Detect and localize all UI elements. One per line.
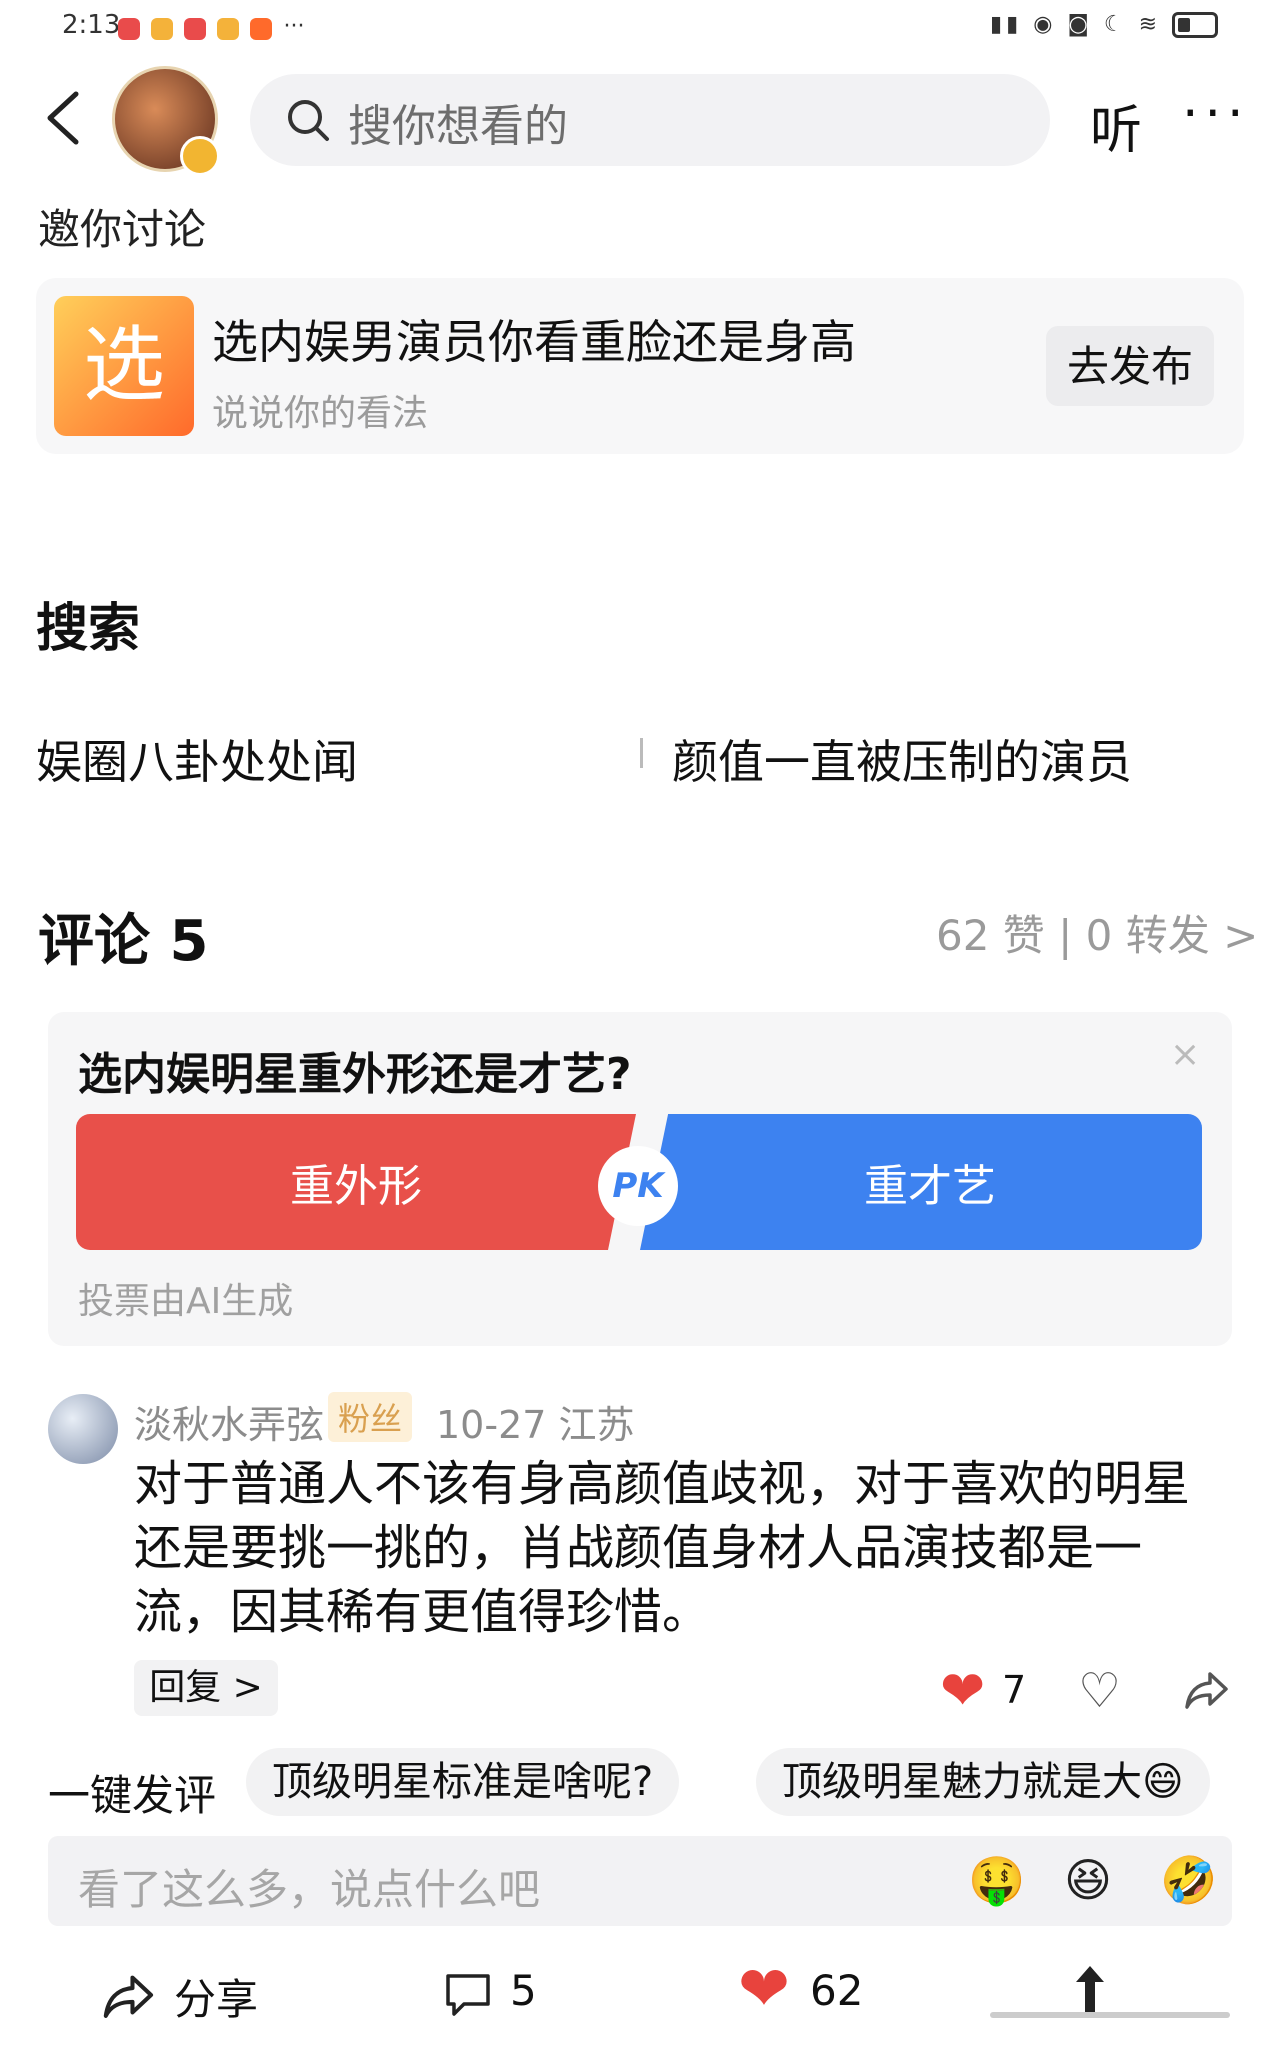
chevron-left-icon: [47, 91, 79, 145]
like-count[interactable]: 62: [810, 1966, 863, 2015]
comment-meta: 10-27 江苏: [436, 1403, 635, 1447]
divider: [640, 738, 643, 768]
emoji-rofl-icon[interactable]: 🤣: [1160, 1852, 1217, 1908]
engagement-stats[interactable]: 62 赞 | 0 转发 >: [936, 902, 1258, 963]
weibo-icon: [151, 17, 174, 40]
comment-icon[interactable]: [442, 1970, 494, 2024]
listen-button[interactable]: 听: [1090, 88, 1142, 163]
search-link[interactable]: 娱圈八卦处处闻: [36, 726, 358, 792]
comment-like-count: 7: [1002, 1668, 1027, 1712]
status-app-icons: ···: [118, 14, 304, 40]
poll-option-left-label[interactable]: 重外形: [76, 1150, 636, 1214]
heart-filled-icon[interactable]: ❤: [940, 1664, 985, 1718]
search-icon: [284, 96, 332, 148]
pk-badge: PK: [598, 1146, 678, 1226]
close-icon[interactable]: ×: [1170, 1034, 1200, 1075]
signal-icon: ▮▮: [990, 12, 1023, 37]
quick-reply-chip[interactable]: 顶级明星标准是啥呢?: [246, 1748, 680, 1816]
search-section-heading: 搜索: [36, 599, 141, 659]
quick-reply-label: 一键发评: [48, 1771, 217, 1820]
moon-icon: ☾: [1103, 12, 1128, 37]
home-indicator: [990, 2012, 1230, 2018]
share-icon[interactable]: [100, 1966, 158, 2028]
heart-outline-icon[interactable]: ♡: [1078, 1664, 1121, 1718]
comment-input-placeholder[interactable]: 看了这么多，说点什么吧: [78, 1856, 540, 1917]
comments-heading: 评论 5: [38, 909, 209, 974]
more-button[interactable]: ···: [1182, 84, 1250, 144]
like-heart-icon[interactable]: ❤: [738, 1958, 790, 2020]
app-notification-icon: [118, 17, 140, 40]
camera-icon: ◙: [1067, 12, 1093, 37]
search-link[interactable]: 颜值一直被压制的演员: [672, 726, 1132, 792]
fan-badge: 粉丝: [328, 1392, 413, 1442]
app-notification-icon: [184, 17, 207, 40]
status-more: ···: [283, 14, 305, 39]
topic-subtitle: 说说你的看法: [212, 393, 429, 434]
publish-button[interactable]: 去发布: [1046, 326, 1214, 406]
poll-option-right-label[interactable]: 重才艺: [660, 1150, 1200, 1214]
taobao-icon: [250, 17, 273, 40]
poll-question: 选内娱明星重外形还是才艺?: [78, 1049, 632, 1100]
quick-reply-chip[interactable]: 顶级明星魅力就是大😄: [756, 1748, 1210, 1816]
topic-title[interactable]: 选内娱男演员你看重脸还是身高: [212, 306, 856, 372]
invite-label: 邀你讨论: [38, 205, 207, 254]
status-time: 2:13: [62, 10, 121, 40]
comment-body: 对于普通人不该有身高颜值歧视，对于喜欢的明星还是要挑一挑的，肖战颜值身材人品演技…: [134, 1456, 1191, 1640]
share-icon[interactable]: [1182, 1664, 1232, 1718]
eye-icon: ◉: [1033, 12, 1057, 37]
commenter-avatar[interactable]: [48, 1394, 118, 1464]
comment-count[interactable]: 5: [510, 1966, 537, 2015]
back-button[interactable]: [40, 86, 88, 150]
reply-button[interactable]: 回复 >: [134, 1660, 278, 1716]
status-system-icons: ▮▮ ◉ ◙ ☾ ≋: [990, 12, 1218, 38]
battery-icon: [1172, 12, 1218, 38]
topic-icon: 选: [54, 296, 194, 436]
commenter-name[interactable]: 淡秋水弄弦: [134, 1394, 324, 1449]
emoji-money-icon[interactable]: 🤑: [968, 1852, 1025, 1908]
weibo-icon: [217, 17, 240, 40]
verified-badge-icon: [180, 136, 220, 176]
poll-note: 投票由AI生成: [78, 1281, 294, 1322]
emoji-laugh-icon[interactable]: 😆: [1064, 1852, 1112, 1908]
share-label[interactable]: 分享: [174, 1966, 258, 2027]
wifi-icon: ≋: [1138, 12, 1161, 37]
search-placeholder[interactable]: 搜你想看的: [348, 90, 568, 154]
